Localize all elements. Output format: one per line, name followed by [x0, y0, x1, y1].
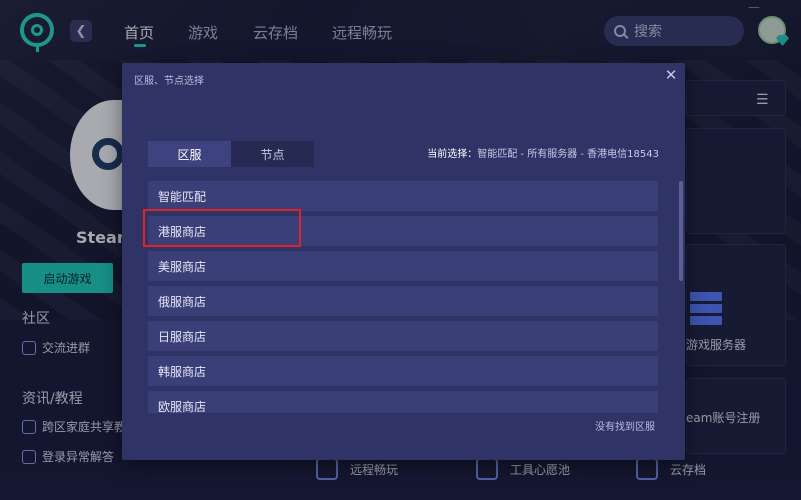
region-select-dialog: 区服、节点选择 ✕ 区服 节点 当前选择：智能匹配 - 所有服务器 - 香港电信… [122, 63, 685, 460]
list-item-jp-store[interactable]: 日服商店 [148, 321, 658, 351]
list-scrollbar[interactable] [679, 181, 683, 413]
tab-node[interactable]: 节点 [231, 141, 314, 167]
highlight-annotation [143, 209, 301, 247]
current-selection-label: 当前选择： [427, 149, 478, 160]
current-selection: 当前选择：智能匹配 - 所有服务器 - 香港电信18543 [427, 145, 659, 160]
dialog-title: 区服、节点选择 [134, 76, 204, 87]
list-item-eu-store[interactable]: 欧服商店 [148, 391, 658, 413]
close-icon[interactable]: ✕ [663, 67, 679, 83]
list-item-smart-match[interactable]: 智能匹配 [148, 181, 658, 211]
tab-region[interactable]: 区服 [148, 141, 231, 167]
region-not-found-link[interactable]: 没有找到区服 [595, 418, 655, 433]
dialog-tabs: 区服 节点 [148, 141, 314, 167]
current-selection-value: 智能匹配 - 所有服务器 - 香港电信18543 [477, 149, 659, 160]
list-item-ru-store[interactable]: 俄服商店 [148, 286, 658, 316]
list-item-kr-store[interactable]: 韩服商店 [148, 356, 658, 386]
scrollbar-thumb[interactable] [679, 181, 683, 281]
list-item-us-store[interactable]: 美服商店 [148, 251, 658, 281]
